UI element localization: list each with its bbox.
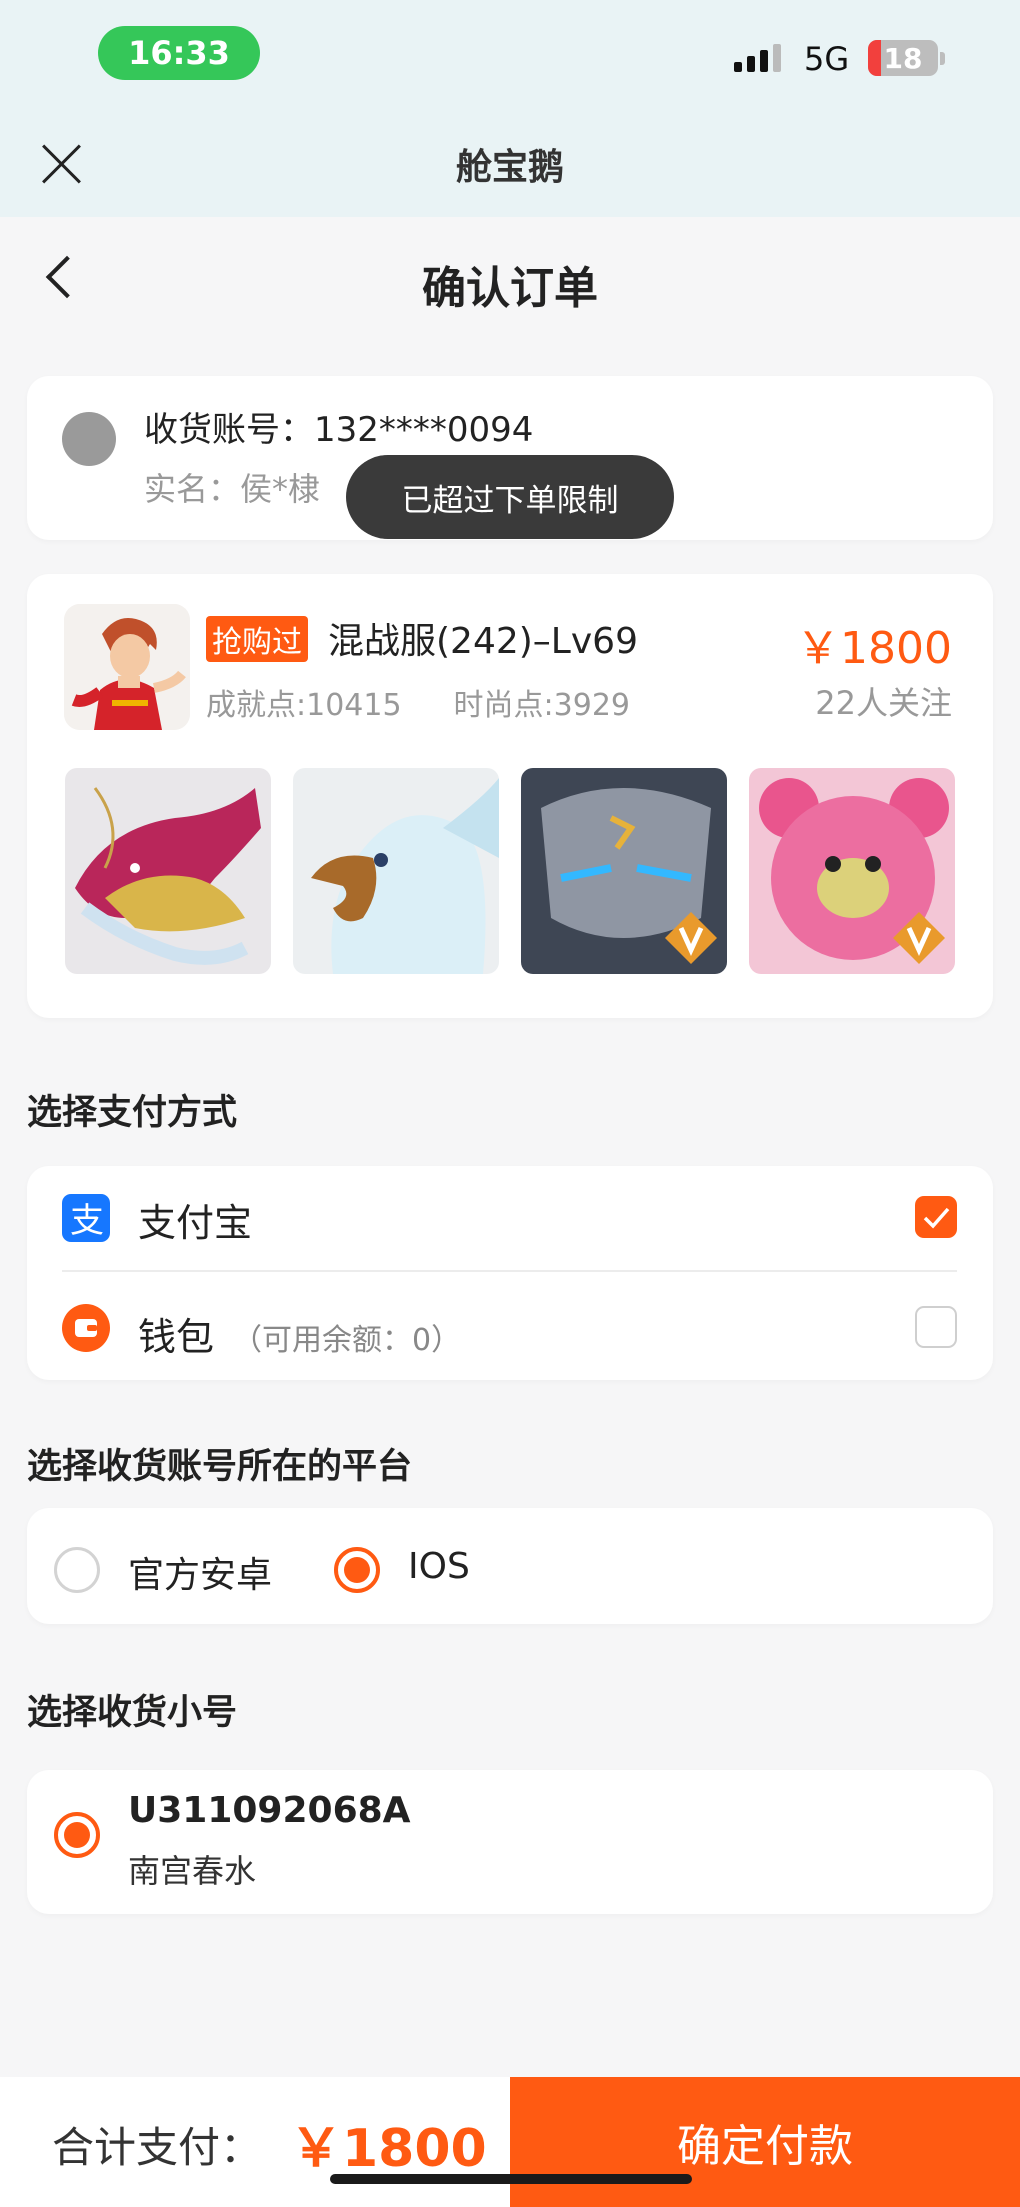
android-radio[interactable] [54,1547,100,1593]
platform-option-android[interactable]: 官方安卓 [128,1546,272,1598]
battery-icon: 18 [868,40,938,76]
sub-account-id: U311092068A [128,1790,411,1831]
pet-dragon-image [65,768,271,974]
status-time: 16:33 [98,26,260,80]
platform-option-ios[interactable]: IOS [408,1546,470,1587]
toast-message: 已超过下单限制 [346,455,674,539]
payment-section-title: 选择支付方式 [27,1093,238,1133]
wallet-icon [62,1304,110,1352]
account-value: 132****0094 [314,410,534,450]
followers-count: 22人关注 [815,684,952,722]
alipay-label: 支付宝 [138,1201,253,1245]
pet-golem-image [521,768,727,974]
alipay-icon: 支 [62,1194,110,1242]
total-label: 合计支付： [52,2123,263,2172]
app-title: 舱宝鹅 [455,147,564,188]
character-avatar [64,604,190,730]
wallet-balance: （可用余额：0） [232,1323,462,1358]
payment-option-alipay[interactable]: 支付宝 [138,1192,252,1247]
wallet-checkbox[interactable] [915,1306,957,1348]
pet-bear-image [749,768,955,974]
ios-radio[interactable] [334,1547,380,1593]
platform-section-title: 选择收货账号所在的平台 [27,1447,413,1487]
divider [62,1270,957,1272]
wallet-label: 钱包 [138,1315,215,1359]
pet-griffin-image [293,768,499,974]
sub-account-name: 南宫春水 [128,1852,257,1890]
payment-option-wallet[interactable]: 钱包 （可用余额：0） [138,1306,461,1361]
product-title: 混战服(242)–Lv69 [328,621,638,662]
account-label: 收货账号： [144,410,314,450]
name-value: 侯*棣 [240,470,321,508]
real-name: 实名：侯*棣 [144,464,320,510]
product-stats: 成就点:10415 时尚点:3929 [206,680,630,724]
name-label: 实名： [144,470,241,508]
product-price: ￥1800 [796,623,952,674]
sub-account-section-title: 选择收货小号 [27,1693,238,1733]
fashion-points: 时尚点:3929 [453,688,631,723]
total-amount: ￥1800 [290,2119,487,2179]
confirm-payment-button[interactable]: 确定付款 [510,2077,1020,2207]
achievement-points: 成就点:10415 [206,688,402,723]
vip-badge-icon [665,912,717,964]
network-label: 5G [804,40,850,78]
battery-tip [940,52,945,65]
signal-icon [734,44,781,72]
sub-account-radio[interactable] [54,1812,100,1858]
receive-account: 收货账号：132****0094 [144,402,533,451]
vip-badge-icon [893,912,945,964]
purchased-tag: 抢购过 [206,616,308,662]
page-title: 确认订单 [422,263,598,314]
alipay-checkbox[interactable] [915,1196,957,1238]
svg-text:支: 支 [70,1201,104,1241]
battery-level: 18 [883,41,923,75]
home-indicator[interactable] [330,2174,692,2184]
avatar [62,412,116,466]
